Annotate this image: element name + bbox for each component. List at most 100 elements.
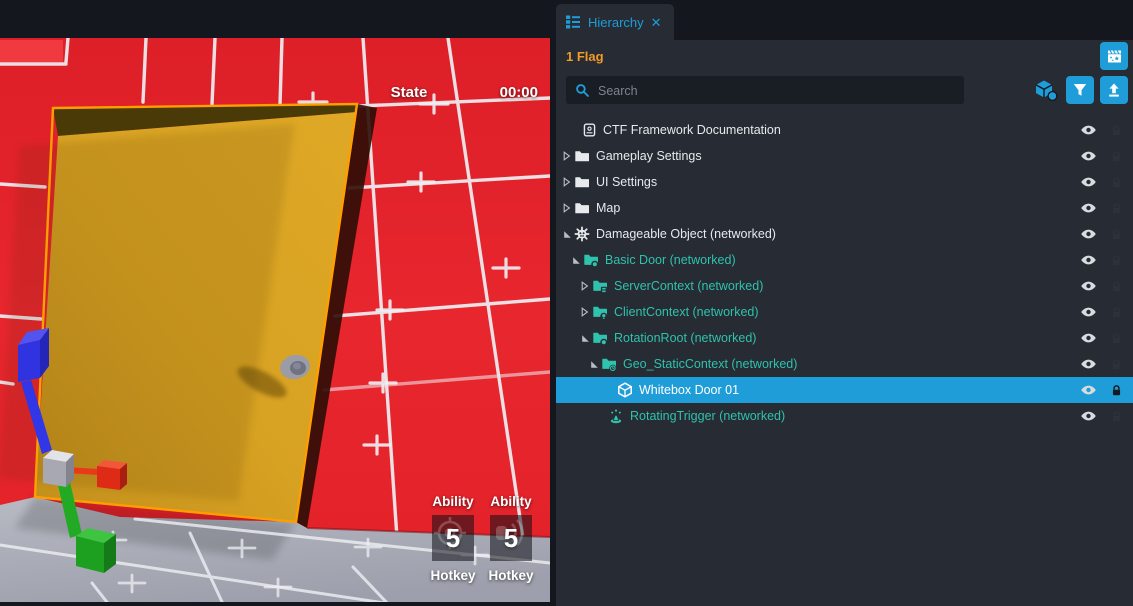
tree-row-whitebox-door-01[interactable]: Whitebox Door 01: [556, 377, 1133, 403]
lock-icon[interactable]: [1110, 357, 1123, 372]
visibility-eye-icon[interactable]: [1080, 330, 1097, 346]
entity-type-icon: [592, 304, 608, 320]
visibility-eye-icon[interactable]: [1080, 356, 1097, 372]
lock-icon[interactable]: [1110, 149, 1123, 164]
visibility-eye-icon[interactable]: [1080, 200, 1097, 216]
ability-label: Ability: [426, 494, 480, 509]
lock-icon: [1110, 331, 1123, 346]
visibility-eye-icon[interactable]: [1080, 122, 1097, 138]
eye-icon: [1080, 382, 1097, 398]
hotkey-label: Hotkey: [426, 568, 480, 583]
entity-label: UI Settings: [596, 175, 1080, 189]
tree-row-geo-staticcontext-networked[interactable]: Geo_StaticContext (networked): [556, 351, 1133, 377]
lock-icon[interactable]: [1110, 383, 1123, 398]
tree-row-damageable-object-networked[interactable]: Damageable Object (networked): [556, 221, 1133, 247]
gizmo-center-handle[interactable]: [43, 450, 74, 487]
expand-arrow-collapsed[interactable]: [578, 281, 592, 291]
ability-slot-1: Ability 5 Hotkey: [426, 494, 480, 583]
lock-icon: [1110, 357, 1123, 372]
lock-icon[interactable]: [1110, 409, 1123, 424]
visibility-eye-icon[interactable]: [1080, 252, 1097, 268]
tree-row-basic-door-networked[interactable]: Basic Door (networked): [556, 247, 1133, 273]
visibility-eye-icon[interactable]: [1080, 174, 1097, 190]
expand-arrow-collapsed[interactable]: [560, 177, 574, 187]
cinematic-button[interactable]: [1100, 42, 1128, 70]
lock-icon[interactable]: [1110, 201, 1123, 216]
expand-arrow-expanded[interactable]: [587, 360, 601, 369]
expand-arrow-expanded[interactable]: [578, 334, 592, 343]
tree-row-rotationroot-networked[interactable]: RotationRoot (networked): [556, 325, 1133, 351]
entity-type-icon: [617, 382, 633, 398]
tree-row-ui-settings[interactable]: UI Settings: [556, 169, 1133, 195]
entity-label: Gameplay Settings: [596, 149, 1080, 163]
search-box[interactable]: [566, 76, 964, 104]
expand-arrow-collapsed[interactable]: [560, 203, 574, 213]
lock-icon[interactable]: [1110, 253, 1123, 268]
close-icon[interactable]: ✕: [651, 16, 662, 29]
3d-viewport[interactable]: State 00:00 Ability 5 Hotkey Ability: [0, 38, 550, 606]
flag-count-badge: 1 Flag: [566, 49, 604, 64]
lock-icon: [1110, 149, 1123, 164]
expand-arrow-collapsed[interactable]: [578, 307, 592, 317]
search-input[interactable]: [596, 76, 960, 106]
lock-icon: [1110, 227, 1123, 242]
tree-row-rotatingtrigger-networked[interactable]: RotatingTrigger (networked): [556, 403, 1133, 429]
ability-box-2: 5: [490, 515, 532, 561]
eye-icon: [1080, 148, 1097, 164]
expand-arrow-collapsed[interactable]: [560, 151, 574, 161]
lock-icon: [1110, 279, 1123, 294]
lock-icon: [1110, 253, 1123, 268]
eye-icon: [1080, 226, 1097, 242]
visibility-eye-icon[interactable]: [1080, 382, 1097, 398]
lock-icon[interactable]: [1110, 175, 1123, 190]
tree-row-map[interactable]: Map: [556, 195, 1133, 221]
lock-icon[interactable]: [1110, 279, 1123, 294]
clapperboard-icon: [1106, 48, 1123, 65]
publish-button[interactable]: [1100, 76, 1128, 104]
expand-arrow-expanded-icon: [563, 230, 572, 239]
lock-icon[interactable]: [1110, 331, 1123, 346]
network-view-toggle[interactable]: [1034, 79, 1058, 101]
tab-hierarchy[interactable]: Hierarchy ✕: [556, 4, 674, 40]
visibility-eye-icon[interactable]: [1080, 304, 1097, 320]
lock-icon: [1110, 175, 1123, 190]
ability-box-1: 5: [432, 515, 474, 561]
lock-icon[interactable]: [1110, 227, 1123, 242]
eye-icon: [1080, 252, 1097, 268]
visibility-eye-icon[interactable]: [1080, 148, 1097, 164]
entity-label: ServerContext (networked): [614, 279, 1080, 293]
expand-arrow-collapsed-icon: [581, 281, 589, 291]
entity-type-icon: [592, 278, 608, 294]
entity-type-icon: [581, 122, 597, 138]
expand-arrow-expanded-icon: [590, 360, 599, 369]
tree-row-clientcontext-networked[interactable]: ClientContext (networked): [556, 299, 1133, 325]
eye-icon: [1080, 356, 1097, 372]
hud-timer: 00:00: [494, 84, 538, 101]
publish-icon: [1106, 82, 1122, 98]
tree-row-gameplay-settings[interactable]: Gameplay Settings: [556, 143, 1133, 169]
filter-button[interactable]: [1066, 76, 1094, 104]
folder-icon: [574, 174, 590, 190]
entity-label: Whitebox Door 01: [639, 383, 1080, 397]
visibility-eye-icon[interactable]: [1080, 226, 1097, 242]
tree-row-ctf-framework-documentation[interactable]: CTF Framework Documentation: [556, 117, 1133, 143]
entity-type-icon: [574, 174, 590, 190]
entity-label: ClientContext (networked): [614, 305, 1080, 319]
panel-left-edge: [550, 0, 556, 606]
entity-label: RotatingTrigger (networked): [630, 409, 1080, 423]
template-folder-icon: [583, 252, 599, 268]
tree-row-servercontext-networked[interactable]: ServerContext (networked): [556, 273, 1133, 299]
entity-label: RotationRoot (networked): [614, 331, 1080, 345]
visibility-eye-icon[interactable]: [1080, 408, 1097, 424]
lock-icon[interactable]: [1110, 305, 1123, 320]
entity-label: Map: [596, 201, 1080, 215]
visibility-eye-icon[interactable]: [1080, 278, 1097, 294]
lock-icon[interactable]: [1110, 123, 1123, 138]
entity-type-icon: [574, 148, 590, 164]
filter-icon: [1072, 82, 1088, 98]
expand-arrow-expanded[interactable]: [569, 256, 583, 265]
expand-arrow-expanded[interactable]: [560, 230, 574, 239]
entity-type-icon: [574, 226, 590, 242]
bright-tile: [0, 40, 63, 62]
ability-value: 5: [432, 515, 474, 561]
